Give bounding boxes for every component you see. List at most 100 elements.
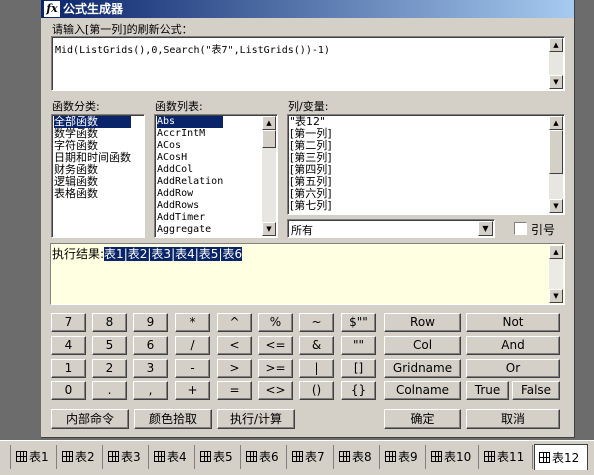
title-bar[interactable]: fx 公式生成器	[41, 0, 574, 18]
keypad-button[interactable]: ^	[217, 313, 252, 332]
list-item[interactable]: AddRow	[157, 188, 223, 200]
color-pick-button[interactable]: 颜色拾取	[134, 409, 212, 429]
keypad-button[interactable]: {}	[341, 381, 376, 400]
keypad-button[interactable]: ()	[299, 381, 334, 400]
functions-scrollbar[interactable]: ▲ ▼	[262, 116, 276, 236]
chevron-down-icon[interactable]: ▼	[478, 221, 493, 236]
categories-list[interactable]: 全部函数 数学函数 字符函数 日期和时间函数 财务函数 逻辑函数 表格函数	[51, 114, 145, 238]
list-item[interactable]: Abs	[157, 116, 224, 128]
keypad-button[interactable]: /	[175, 336, 210, 355]
keypad-button[interactable]: 8	[92, 313, 127, 332]
keypad-button[interactable]: %	[258, 313, 293, 332]
list-item[interactable]: AddCol	[157, 164, 223, 176]
scroll-down-icon[interactable]: ▼	[262, 222, 276, 236]
cancel-button[interactable]: 取消	[466, 409, 560, 429]
column-filter-select[interactable]: 所有 ▼	[287, 219, 495, 238]
list-item[interactable]: ACosH	[157, 152, 223, 164]
function-button[interactable]: Or	[466, 359, 560, 378]
keypad-button[interactable]: .	[92, 381, 127, 400]
keypad-button[interactable]: 0	[51, 381, 86, 400]
keypad-button[interactable]: $""	[341, 313, 376, 332]
keypad-button[interactable]: <	[217, 336, 252, 355]
list-item[interactable]: AddRows	[157, 200, 223, 212]
columns-items: "表12" [第一列] [第二列] [第三列] [第四列] [第五列] [第六列] [第七列]	[290, 116, 332, 212]
sheet-tab[interactable]: 表7	[288, 446, 333, 468]
categories-label: 函数分类:	[52, 100, 100, 113]
function-button[interactable]: Gridname	[384, 359, 461, 378]
list-item[interactable]: 表格函数	[54, 188, 131, 200]
sheet-tab[interactable]: 表4	[150, 446, 194, 468]
columns-list[interactable]: "表12" [第一列] [第二列] [第三列] [第四列] [第五列] [第六列] [第七列]…	[287, 114, 565, 215]
function-button[interactable]: Not	[466, 313, 560, 332]
function-button[interactable]: Col	[384, 336, 461, 355]
sheet-tab[interactable]: 表12	[534, 444, 588, 470]
list-item[interactable]: AccrIntM	[157, 128, 223, 140]
keypad-button[interactable]: 3	[133, 359, 168, 378]
keypad-button[interactable]: 1	[51, 359, 86, 378]
scroll-thumb[interactable]	[262, 130, 276, 148]
sheet-tab[interactable]: 表6	[242, 446, 286, 468]
keypad-button[interactable]: 7	[51, 313, 86, 332]
keypad-button[interactable]: <>	[258, 381, 293, 400]
grid-icon	[292, 451, 303, 462]
keypad-button[interactable]: |	[299, 359, 334, 378]
scroll-up-icon[interactable]: ▲	[549, 38, 563, 52]
result-scrollbar[interactable]: ▲ ▼	[549, 245, 563, 303]
execute-button[interactable]: 执行/计算	[217, 409, 295, 429]
keypad-button[interactable]: =	[217, 381, 252, 400]
functions-list[interactable]: Abs AccrIntM ACos ACosH AddCol AddRelation Add…	[154, 114, 278, 238]
tab-divider	[194, 445, 195, 469]
function-button[interactable]: Row	[384, 313, 461, 332]
columns-scrollbar[interactable]: ▲ ▼	[549, 116, 563, 213]
keypad-button[interactable]: >=	[258, 359, 293, 378]
scroll-up-icon[interactable]: ▲	[549, 116, 563, 130]
keypad-button[interactable]: 2	[92, 359, 127, 378]
quote-checkbox[interactable]	[514, 222, 527, 235]
function-button[interactable]: Colname	[384, 381, 461, 400]
result-values: 表1|表2|表3|表4|表5|表6	[104, 247, 243, 261]
keypad-button[interactable]: -	[175, 359, 210, 378]
tab-divider	[425, 445, 426, 469]
list-item[interactable]: AddTimer	[157, 212, 223, 224]
keypad-button[interactable]: +	[175, 381, 210, 400]
sheet-tab[interactable]: 表10	[427, 446, 478, 468]
internal-command-button[interactable]: 内部命令	[51, 409, 129, 429]
sheet-tab[interactable]: 表5	[196, 446, 240, 468]
grid-icon	[154, 451, 165, 462]
scroll-up-icon[interactable]: ▲	[549, 245, 563, 259]
sheet-tab[interactable]: 表9	[381, 446, 425, 468]
keypad-button[interactable]: ~	[299, 313, 334, 332]
keypad-button[interactable]: <=	[258, 336, 293, 355]
list-item[interactable]: [第七列]	[290, 200, 332, 212]
scroll-down-icon[interactable]: ▼	[549, 289, 563, 303]
keypad-button[interactable]: 4	[51, 336, 86, 355]
sheet-tab[interactable]: 表1	[12, 446, 56, 468]
keypad-button[interactable]: >	[217, 359, 252, 378]
function-button[interactable]: False	[512, 381, 560, 400]
scroll-down-icon[interactable]: ▼	[549, 75, 563, 89]
keypad-button[interactable]: 9	[133, 313, 168, 332]
list-item[interactable]: AddRelation	[157, 176, 223, 188]
sheet-tab[interactable]: 表8	[335, 446, 379, 468]
keypad-button[interactable]: 6	[133, 336, 168, 355]
scroll-down-icon[interactable]: ▼	[549, 199, 563, 213]
list-item[interactable]: ACos	[157, 140, 223, 152]
list-item[interactable]: Aggregate	[157, 224, 223, 236]
keypad-button[interactable]: ""	[341, 336, 376, 355]
sheet-tab[interactable]: 表11	[480, 446, 532, 468]
keypad-button[interactable]: *	[175, 313, 210, 332]
scroll-thumb[interactable]	[549, 130, 563, 174]
scroll-up-icon[interactable]: ▲	[262, 116, 276, 130]
keypad-button[interactable]: &	[299, 336, 334, 355]
formula-scrollbar[interactable]: ▲ ▼	[549, 38, 563, 89]
function-button[interactable]: True	[466, 381, 509, 400]
keypad-button[interactable]: ,	[133, 381, 168, 400]
keypad-button[interactable]: 5	[92, 336, 127, 355]
result-value: |表2	[123, 247, 148, 261]
ok-button[interactable]: 确定	[384, 409, 461, 429]
keypad-button[interactable]: []	[341, 359, 376, 378]
sheet-tab[interactable]: 表3	[104, 446, 148, 468]
formula-input[interactable]: Mid(ListGrids(),0,Search("表7",ListGrids(…	[51, 36, 565, 91]
sheet-tab[interactable]: 表2	[58, 446, 102, 468]
function-button[interactable]: And	[466, 336, 560, 355]
